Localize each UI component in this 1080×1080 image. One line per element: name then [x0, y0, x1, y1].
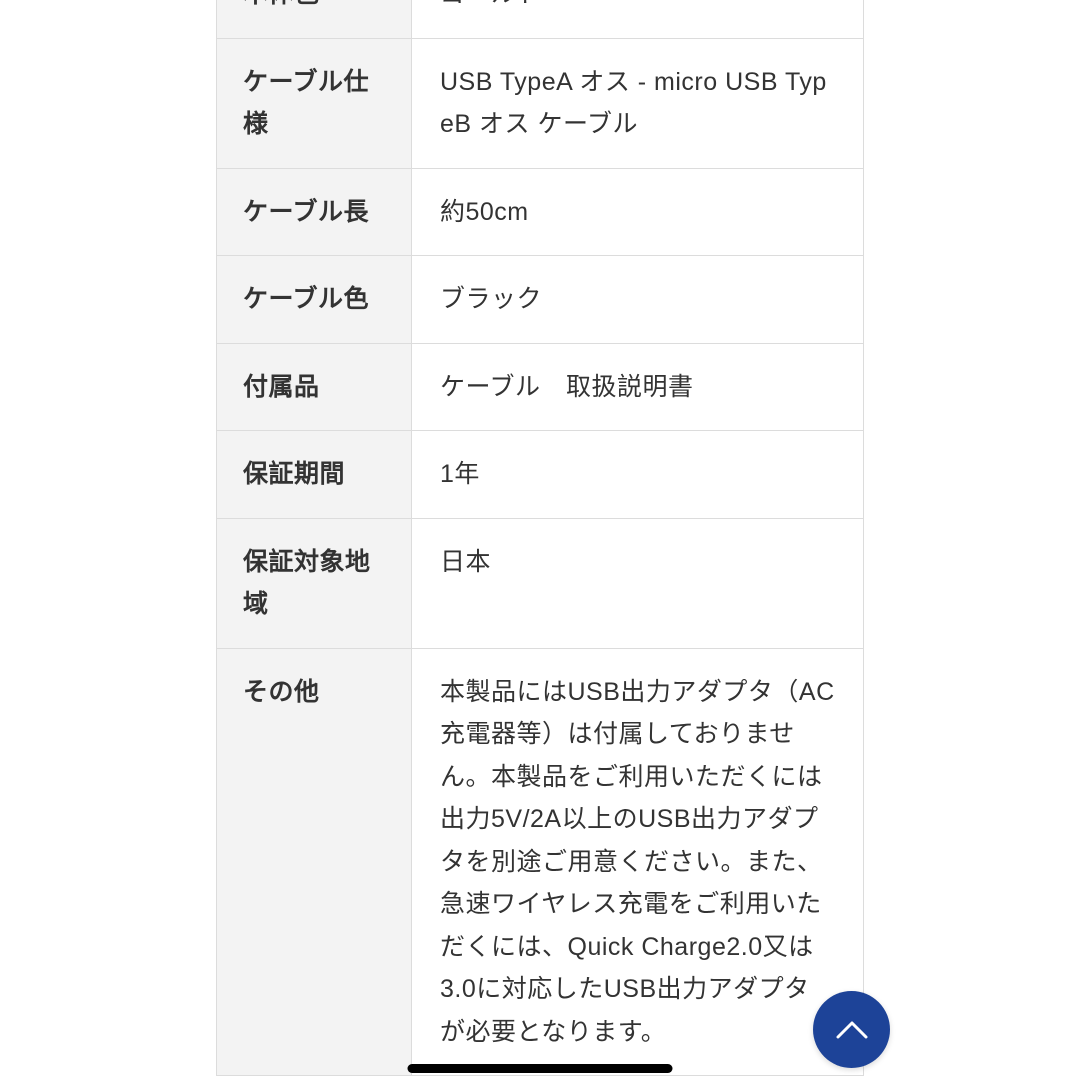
table-row: 保証期間 1年 — [217, 431, 864, 519]
spec-label: 保証期間 — [217, 431, 412, 519]
spec-table: 本体色 ゴールド ケーブル仕様 USB TypeA オス - micro USB… — [216, 0, 864, 1076]
spec-value: ケーブル 取扱説明書 — [412, 343, 864, 431]
spec-value: ブラック — [412, 256, 864, 344]
spec-label: ケーブル仕様 — [217, 38, 412, 168]
table-row: その他 本製品にはUSB出力アダプタ（AC充電器等）は付属しておりません。本製品… — [217, 648, 864, 1076]
spec-value: USB TypeA オス - micro USB TypeB オス ケーブル — [412, 38, 864, 168]
table-row: ケーブル仕様 USB TypeA オス - micro USB TypeB オス… — [217, 38, 864, 168]
spec-label: ケーブル長 — [217, 168, 412, 256]
spec-value: 約50cm — [412, 168, 864, 256]
spec-label: 保証対象地域 — [217, 518, 412, 648]
spec-value: ゴールド — [412, 0, 864, 38]
table-row: 付属品 ケーブル 取扱説明書 — [217, 343, 864, 431]
table-row: ケーブル色 ブラック — [217, 256, 864, 344]
spec-value: 日本 — [412, 518, 864, 648]
spec-label: その他 — [217, 648, 412, 1076]
spec-label: 付属品 — [217, 343, 412, 431]
table-row: 本体色 ゴールド — [217, 0, 864, 38]
chevron-up-icon — [835, 1020, 869, 1040]
scroll-to-top-button[interactable] — [813, 991, 890, 1068]
spec-value: 本製品にはUSB出力アダプタ（AC充電器等）は付属しておりません。本製品をご利用… — [412, 648, 864, 1076]
table-row: 保証対象地域 日本 — [217, 518, 864, 648]
spec-value: 1年 — [412, 431, 864, 519]
spec-table-container: 本体色 ゴールド ケーブル仕様 USB TypeA オス - micro USB… — [216, 0, 864, 1076]
home-indicator[interactable] — [408, 1064, 673, 1073]
spec-label: 本体色 — [217, 0, 412, 38]
spec-label: ケーブル色 — [217, 256, 412, 344]
table-row: ケーブル長 約50cm — [217, 168, 864, 256]
